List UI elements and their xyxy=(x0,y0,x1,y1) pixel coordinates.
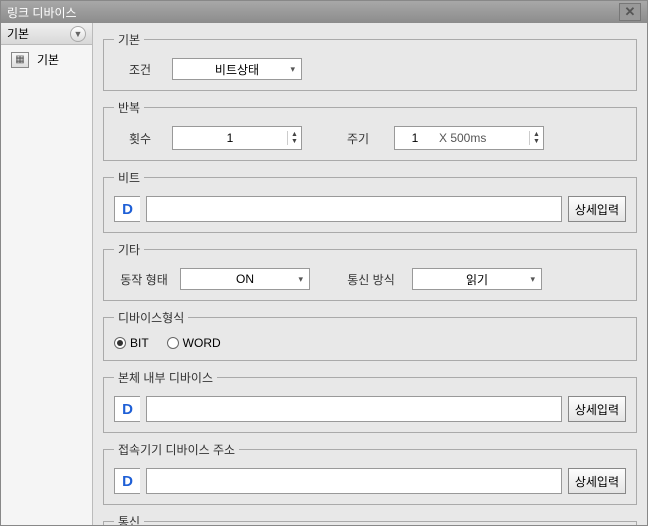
group-basic: 기본 조건 비트상태 ▾ xyxy=(103,31,637,91)
conn-input[interactable] xyxy=(146,468,562,494)
count-spinner[interactable]: 1 ▲ ▼ xyxy=(172,126,302,150)
group-connection-device: 접속기기 디바이스 주소 D 상세입력 xyxy=(103,441,637,505)
conn-detail-button[interactable]: 상세입력 xyxy=(568,468,626,494)
radio-icon xyxy=(167,337,179,349)
close-icon: ✕ xyxy=(625,4,636,20)
radio-bit-label: BIT xyxy=(130,336,149,350)
group-internal-legend: 본체 내부 디바이스 xyxy=(114,369,217,386)
group-bit-legend: 비트 xyxy=(114,169,144,186)
group-repeat: 반복 횟수 1 ▲ ▼ 주기 1 X 500ms xyxy=(103,99,637,161)
group-comm-legend: 통신 xyxy=(114,513,144,525)
bit-input[interactable] xyxy=(146,196,562,222)
optype-label: 동작 형태 xyxy=(114,271,174,288)
group-basic-legend: 기본 xyxy=(114,31,144,48)
chevron-down-icon: ▾ xyxy=(530,274,535,285)
grid-icon: ▦ xyxy=(11,52,29,68)
period-label: 주기 xyxy=(328,130,388,147)
condition-value: 비트상태 xyxy=(215,61,259,78)
window-body: 기본 ▼ ▦ 기본 기본 조건 비트상태 ▾ xyxy=(1,23,647,525)
chevron-down-icon: ▾ xyxy=(298,274,303,285)
radio-icon xyxy=(114,337,126,349)
internal-input[interactable] xyxy=(146,396,562,422)
bit-detail-button[interactable]: 상세입력 xyxy=(568,196,626,222)
spin-up-icon[interactable]: ▲ xyxy=(530,131,543,138)
condition-label: 조건 xyxy=(114,61,166,78)
commmode-value: 읽기 xyxy=(466,271,488,288)
radio-word[interactable]: WORD xyxy=(167,336,221,350)
radio-bit[interactable]: BIT xyxy=(114,336,149,350)
period-value: 1 xyxy=(395,131,435,145)
main-panel: 기본 조건 비트상태 ▾ 반복 횟수 1 ▲ xyxy=(93,23,647,525)
group-comm: 통신 데이터 타입 ▾ 데이터 길이 1 ▲ ▼ xyxy=(103,513,637,525)
count-label: 횟수 xyxy=(114,130,166,147)
bit-prefix: D xyxy=(114,196,140,222)
titlebar: 링크 디바이스 ✕ xyxy=(1,1,647,23)
optype-select[interactable]: ON ▾ xyxy=(180,268,310,290)
window-title: 링크 디바이스 xyxy=(7,4,619,21)
condition-select[interactable]: 비트상태 ▾ xyxy=(172,58,302,80)
group-internal-device: 본체 내부 디바이스 D 상세입력 xyxy=(103,369,637,433)
count-value: 1 xyxy=(173,131,287,145)
sidebar-item-basic[interactable]: ▦ 기본 xyxy=(1,45,92,74)
spin-down-icon[interactable]: ▼ xyxy=(288,138,301,145)
sidebar: 기본 ▼ ▦ 기본 xyxy=(1,23,93,525)
sidebar-item-label: 기본 xyxy=(37,51,59,68)
commmode-label: 통신 방식 xyxy=(336,271,406,288)
group-conn-legend: 접속기기 디바이스 주소 xyxy=(114,441,239,458)
sidebar-header-label: 기본 xyxy=(7,25,29,42)
radio-word-label: WORD xyxy=(183,336,221,350)
group-bit: 비트 D 상세입력 xyxy=(103,169,637,233)
spin-down-icon[interactable]: ▼ xyxy=(530,138,543,145)
commmode-select[interactable]: 읽기 ▾ xyxy=(412,268,542,290)
dialog-window: 링크 디바이스 ✕ 기본 ▼ ▦ 기본 기본 조건 비트상태 xyxy=(0,0,648,526)
optype-value: ON xyxy=(236,272,254,286)
conn-prefix: D xyxy=(114,468,140,494)
period-spinner[interactable]: 1 X 500ms ▲ ▼ xyxy=(394,126,544,150)
group-devfmt-legend: 디바이스형식 xyxy=(114,309,188,326)
close-button[interactable]: ✕ xyxy=(619,3,641,21)
group-etc-legend: 기타 xyxy=(114,241,144,258)
chevron-down-icon: ▼ xyxy=(70,26,86,42)
period-unit: X 500ms xyxy=(435,131,529,145)
internal-prefix: D xyxy=(114,396,140,422)
group-device-format: 디바이스형식 BIT WORD xyxy=(103,309,637,361)
internal-detail-button[interactable]: 상세입력 xyxy=(568,396,626,422)
spin-up-icon[interactable]: ▲ xyxy=(288,131,301,138)
group-repeat-legend: 반복 xyxy=(114,99,144,116)
chevron-down-icon: ▾ xyxy=(290,64,295,75)
sidebar-header[interactable]: 기본 ▼ xyxy=(1,23,92,45)
group-etc: 기타 동작 형태 ON ▾ 통신 방식 읽기 ▾ xyxy=(103,241,637,301)
